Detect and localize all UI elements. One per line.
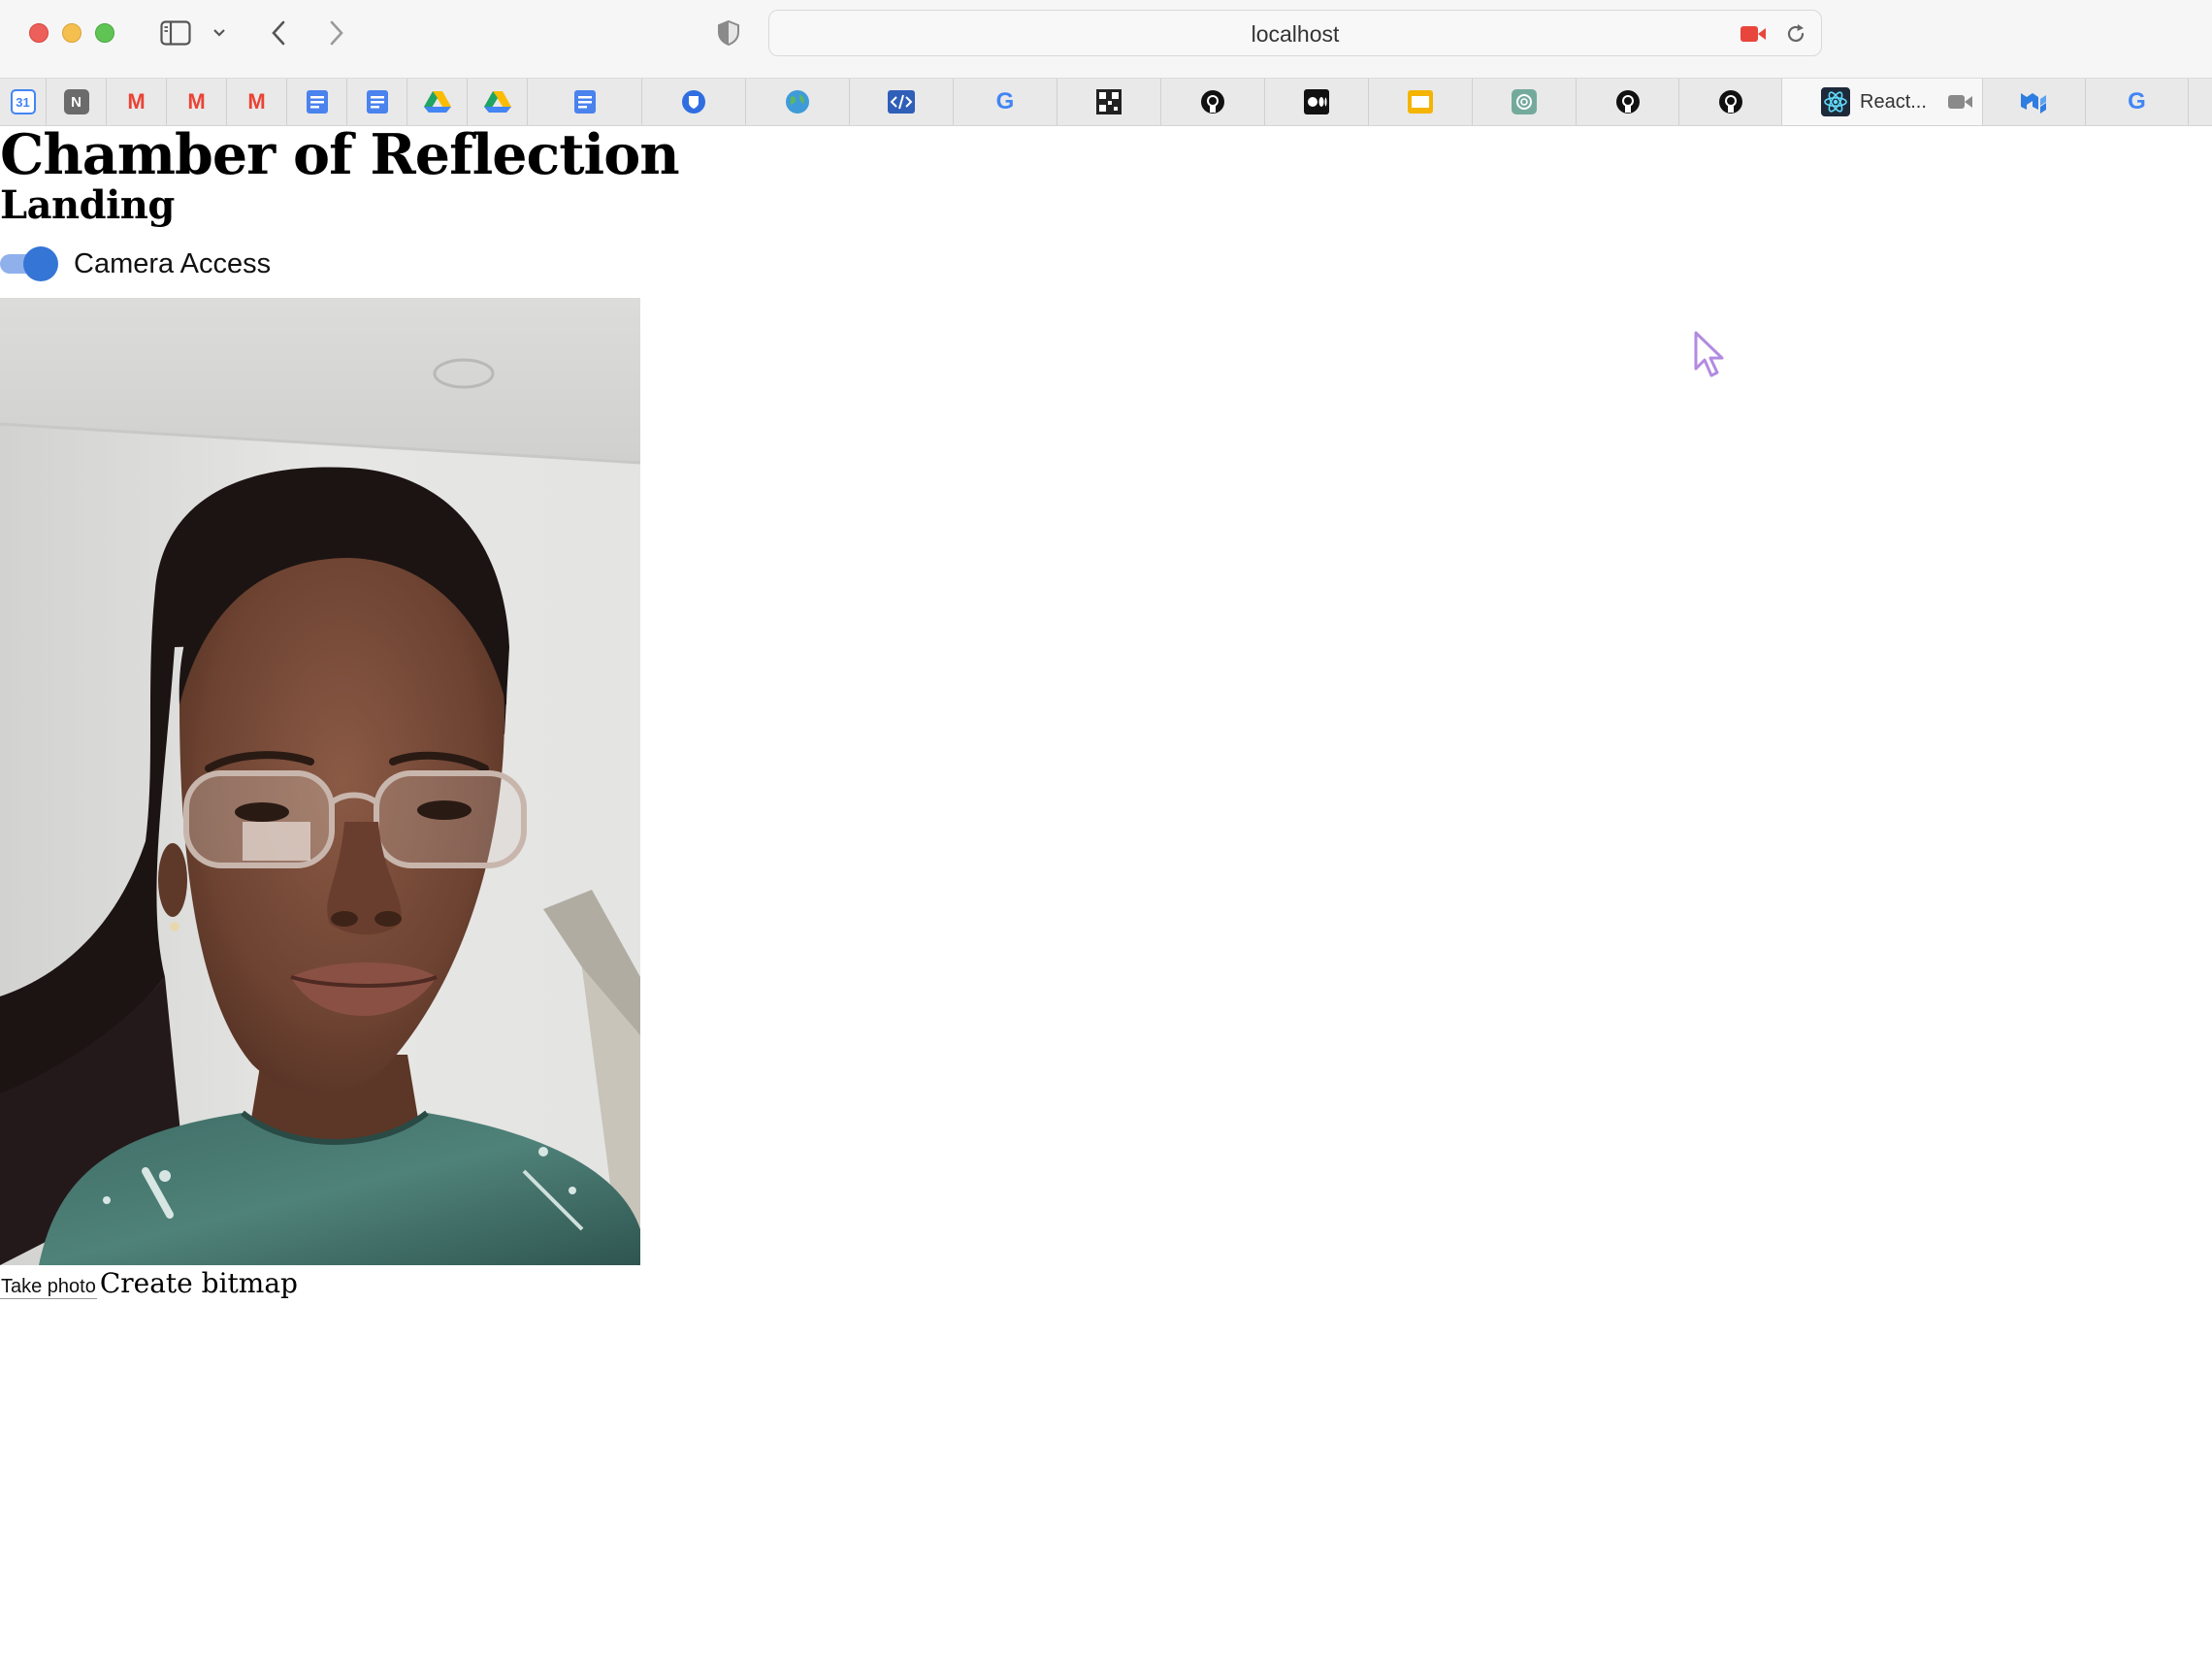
drive-icon	[483, 91, 511, 113]
tab-docs-2[interactable]	[347, 79, 407, 125]
camera-access-label: Camera Access	[74, 247, 272, 279]
tab-title: React...	[1860, 90, 1927, 113]
page-subtitle: Landing	[0, 182, 175, 228]
camera-in-use-icon	[1948, 95, 1972, 109]
tab-slides[interactable]	[1369, 79, 1473, 125]
tab-google-2[interactable]: G	[2086, 79, 2189, 125]
camera-video-feed	[0, 298, 640, 1265]
address-bar[interactable]: localhost	[768, 10, 1822, 56]
forward-button[interactable]	[322, 14, 351, 52]
tab-qr[interactable]	[1057, 79, 1161, 125]
bitwarden-icon	[682, 90, 705, 114]
google-icon: G	[995, 88, 1015, 114]
chevron-down-icon	[213, 29, 225, 37]
privacy-report-button[interactable]	[714, 14, 743, 52]
tab-github-3[interactable]	[1679, 79, 1782, 125]
tab-code[interactable]	[850, 79, 954, 125]
browser-titlebar: localhost	[0, 0, 2212, 79]
tab-react-active[interactable]: React...	[1782, 79, 1983, 125]
sidebar-icon	[160, 20, 191, 46]
react-icon	[1821, 87, 1850, 116]
tab-gmail-2[interactable]: M	[167, 79, 227, 125]
tab-docs-3[interactable]	[528, 79, 642, 125]
tab-drive-2[interactable]	[468, 79, 528, 125]
tab-drive-1[interactable]	[407, 79, 468, 125]
switch-thumb	[23, 246, 58, 281]
page-title: Chamber of Reflection	[0, 122, 680, 187]
camera-recording-icon[interactable]	[1740, 24, 1767, 44]
tab-bar: 31 N M M M G React... G	[0, 79, 2212, 126]
mui-icon	[2020, 93, 2046, 114]
sidebar-toggle-button[interactable]	[158, 14, 193, 52]
reload-icon[interactable]	[1784, 22, 1807, 46]
create-bitmap-text: Create bitmap	[99, 1267, 298, 1299]
medium-icon	[1304, 89, 1329, 114]
notion-icon: N	[63, 89, 89, 114]
tab-calendar[interactable]: 31	[0, 79, 47, 125]
close-window-button[interactable]	[29, 23, 49, 43]
github-icon	[1718, 90, 1742, 114]
zoom-window-button[interactable]	[95, 23, 114, 43]
url-text: localhost	[1251, 21, 1340, 47]
mouse-cursor-icon	[1694, 331, 1724, 377]
tab-google-1[interactable]: G	[954, 79, 1057, 125]
docs-icon	[306, 90, 328, 114]
docs-icon	[573, 90, 596, 114]
camera-access-switch[interactable]	[0, 245, 60, 282]
tab-globe[interactable]	[746, 79, 850, 125]
gmail-icon: M	[187, 89, 206, 114]
gmail-icon: M	[247, 89, 266, 114]
chevron-left-icon	[272, 20, 285, 46]
tab-mui[interactable]	[1983, 79, 2086, 125]
tab-notion[interactable]: N	[47, 79, 107, 125]
take-photo-button[interactable]: Take photo	[0, 1276, 97, 1299]
drive-icon	[423, 91, 451, 113]
code-icon	[888, 90, 915, 114]
tab-chatgpt[interactable]	[1473, 79, 1577, 125]
chatgpt-icon	[1512, 89, 1537, 114]
page-content: Chamber of Reflection Landing Camera Acc…	[0, 126, 2212, 1663]
photo-controls: Take photo Create bitmap	[0, 1267, 298, 1302]
tab-github-1[interactable]	[1161, 79, 1265, 125]
github-icon	[1615, 90, 1640, 114]
google-icon: G	[2128, 88, 2146, 114]
github-icon	[1201, 90, 1224, 114]
globe-icon	[786, 90, 809, 114]
tab-docs-1[interactable]	[287, 79, 347, 125]
minimize-window-button[interactable]	[62, 23, 81, 43]
camera-access-toggle-row: Camera Access	[0, 245, 271, 283]
tab-gmail-3[interactable]: M	[227, 79, 287, 125]
back-button[interactable]	[264, 14, 293, 52]
docs-icon	[366, 90, 388, 114]
tab-gmail-1[interactable]: M	[107, 79, 167, 125]
tab-github-2[interactable]	[1577, 79, 1679, 125]
tab-medium[interactable]	[1265, 79, 1369, 125]
calendar-icon: 31	[10, 89, 36, 114]
shield-icon	[718, 19, 739, 47]
tab-bitwarden[interactable]	[642, 79, 746, 125]
slides-icon	[1408, 90, 1433, 114]
gmail-icon: M	[127, 89, 146, 114]
qr-icon	[1096, 89, 1122, 114]
tab-group-dropdown[interactable]	[210, 14, 229, 52]
chevron-right-icon	[330, 20, 343, 46]
webcam-person-image	[0, 298, 640, 1265]
